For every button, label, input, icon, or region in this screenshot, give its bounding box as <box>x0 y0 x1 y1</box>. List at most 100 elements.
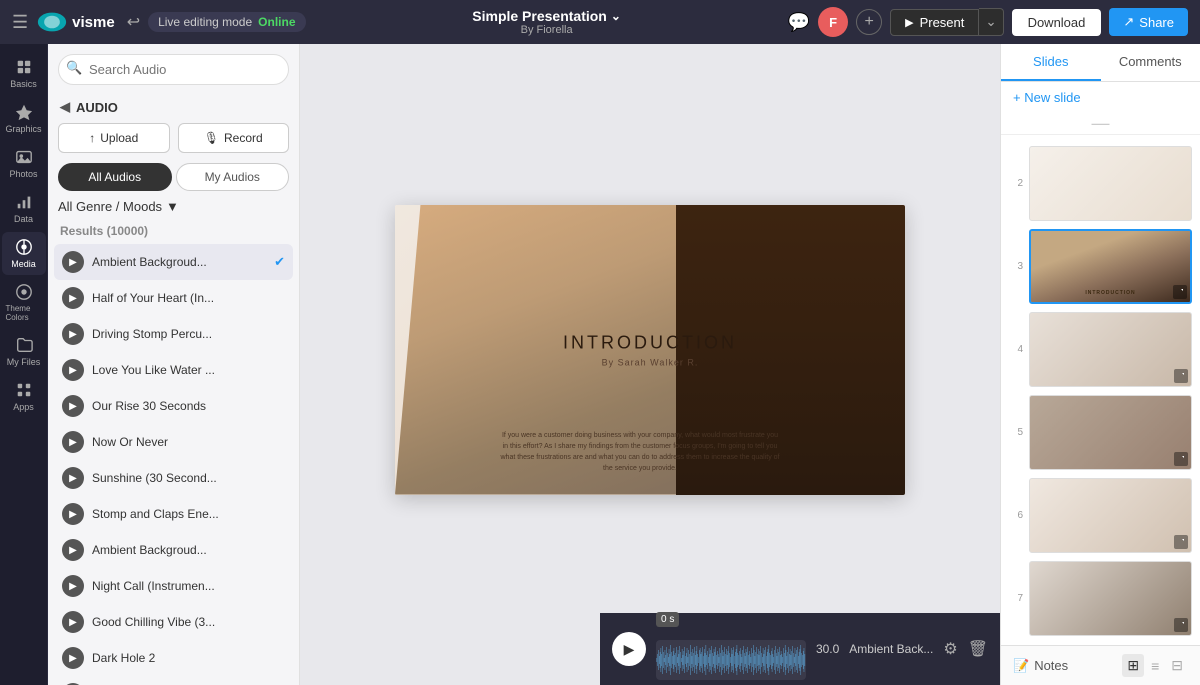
list-item[interactable]: ▶ Love You Like Water ... <box>54 352 293 388</box>
back-arrow-icon[interactable]: ◀ <box>60 99 70 115</box>
track-play-button-5[interactable]: ▶ <box>62 431 84 453</box>
track-play-button-1[interactable]: ▶ <box>62 287 84 309</box>
avatar: F <box>818 7 848 37</box>
track-play-button-2[interactable]: ▶ <box>62 323 84 345</box>
nav-item-graphics[interactable]: Graphics <box>2 97 46 140</box>
list-item[interactable]: ▶ Ambient Backgroud... ✔ <box>54 244 293 280</box>
timeline-play-button[interactable]: ▶ <box>612 632 646 666</box>
menu-icon[interactable]: ☰ <box>12 12 28 33</box>
slide-thumb-content-5 <box>1030 396 1191 469</box>
upload-label: Upload <box>100 131 138 145</box>
slide-thumb-7[interactable] <box>1029 561 1192 636</box>
logo: visme <box>36 11 115 33</box>
nav-label-apps: Apps <box>13 402 34 412</box>
genre-label[interactable]: All Genre / Moods ▼ <box>58 199 179 214</box>
expand-icon-3 <box>1173 285 1187 299</box>
slide-subtitle: By Sarah Walker R. <box>563 357 737 367</box>
notes-button[interactable]: 📝 Notes <box>1013 658 1114 674</box>
undo-icon[interactable]: ↩ <box>127 12 140 32</box>
view-list-button[interactable]: ≡ <box>1146 654 1164 677</box>
nav-item-media[interactable]: Media <box>2 232 46 275</box>
present-dropdown-button[interactable]: ⌄ <box>979 8 1003 36</box>
tab-my-audios[interactable]: My Audios <box>176 163 290 191</box>
track-play-button-7[interactable]: ▶ <box>62 503 84 525</box>
nav-label-graphics: Graphics <box>6 124 42 134</box>
list-item[interactable]: ▶ Night Call (Instrumen... <box>54 568 293 604</box>
list-item[interactable]: ▶ Half of Your Heart (In... <box>54 280 293 316</box>
slide-thumb-4[interactable] <box>1029 312 1192 387</box>
add-collaborator-button[interactable]: + <box>856 9 882 35</box>
nav-item-my-files[interactable]: My Files <box>2 330 46 373</box>
nav-item-photos[interactable]: Photos <box>2 142 46 185</box>
slide-thumb-5[interactable] <box>1029 395 1192 470</box>
tab-comments[interactable]: Comments <box>1101 44 1200 81</box>
slide-thumb-3[interactable]: INTRODUCTION <box>1029 229 1192 304</box>
waveform-container[interactable]: 0 s <box>656 624 806 674</box>
track-name-10: Good Chilling Vibe (3... <box>92 615 285 629</box>
slide-thumb-6[interactable] <box>1029 478 1192 553</box>
list-item[interactable]: ▶ Our Rise 30 Seconds <box>54 388 293 424</box>
divider: — <box>1001 113 1200 135</box>
download-button[interactable]: Download <box>1012 9 1102 36</box>
expand-svg <box>1176 288 1184 296</box>
list-item[interactable]: ▶ Ambient Backgroud... <box>54 532 293 568</box>
slide-canvas[interactable]: INTRODUCTION By Sarah Walker R. If you w… <box>395 205 905 495</box>
waveform-svg <box>656 640 806 680</box>
track-play-button-10[interactable]: ▶ <box>62 611 84 633</box>
nav-label-media: Media <box>11 259 36 269</box>
track-name-2: Driving Stomp Percu... <box>92 327 285 341</box>
list-item[interactable]: ▶ Stomp and Claps Ene... <box>54 496 293 532</box>
slide-thumb-2[interactable] <box>1029 146 1192 221</box>
list-item[interactable]: ▶ Good Chilling Vibe (3... <box>54 604 293 640</box>
list-item[interactable]: ▶ Dark Hole 2 <box>54 640 293 676</box>
nav-item-apps[interactable]: Apps <box>2 375 46 418</box>
slides-comments-tabs: Slides Comments <box>1001 44 1200 82</box>
list-item[interactable]: ▶ Now Or Never <box>54 424 293 460</box>
audio-list: ▶ Ambient Backgroud... ✔ ▶ Half of Your … <box>48 244 299 685</box>
list-item[interactable]: ▶ Sunshine (30 Second... <box>54 460 293 496</box>
search-input[interactable] <box>58 54 289 85</box>
track-play-button-6[interactable]: ▶ <box>62 467 84 489</box>
view-filmstrip-button[interactable]: ⊟ <box>1166 654 1188 677</box>
record-button[interactable]: 🎙 Record <box>178 123 290 153</box>
nav-label-theme-colors: Theme Colors <box>6 304 42 322</box>
list-item[interactable]: ▶ Fortitude - Light Mix ... <box>54 676 293 685</box>
presentation-title[interactable]: Simple Presentation ⌄ <box>314 8 780 24</box>
expand-svg-4 <box>1177 372 1185 380</box>
timeline-delete-button[interactable]: 🗑 <box>968 639 988 659</box>
nav-item-data[interactable]: Data <box>2 187 46 230</box>
right-panel-footer: 📝 Notes ⊞ ≡ ⊟ <box>1001 645 1200 685</box>
nav-item-basics[interactable]: Basics <box>2 52 46 95</box>
view-grid-button[interactable]: ⊞ <box>1122 654 1144 677</box>
track-name-9: Night Call (Instrumen... <box>92 579 285 593</box>
topbar-actions: 💬 F + ▶ Present ⌄ Download ↗ Share <box>788 7 1188 37</box>
share-button[interactable]: ↗ Share <box>1109 8 1188 36</box>
comment-button[interactable]: 💬 <box>788 12 810 33</box>
list-item[interactable]: ▶ Driving Stomp Percu... <box>54 316 293 352</box>
slide-body-text: If you were a customer doing business wi… <box>500 430 780 475</box>
track-play-button-11[interactable]: ▶ <box>62 647 84 669</box>
notes-icon: 📝 <box>1013 658 1029 674</box>
tab-all-audios[interactable]: All Audios <box>58 163 172 191</box>
track-play-button-8[interactable]: ▶ <box>62 539 84 561</box>
slide-row-2: 2 <box>1005 143 1196 224</box>
track-play-button-0[interactable]: ▶ <box>62 251 84 273</box>
tab-slides[interactable]: Slides <box>1001 44 1101 81</box>
results-count: Results (10000) <box>48 220 299 244</box>
track-play-button-9[interactable]: ▶ <box>62 575 84 597</box>
topbar: ☰ visme ↩ Live editing mode Online Simpl… <box>0 0 1200 44</box>
timeline-waveform[interactable] <box>656 640 806 680</box>
app-body: Basics Graphics Photos Data Media Theme … <box>0 44 1200 685</box>
live-editing-badge: Live editing mode Online <box>148 12 305 32</box>
icon-nav: Basics Graphics Photos Data Media Theme … <box>0 44 48 685</box>
new-slide-button[interactable]: + New slide <box>1001 82 1200 113</box>
audio-tabs: All Audios My Audios <box>48 163 299 199</box>
present-button[interactable]: ▶ Present <box>890 9 979 36</box>
panel-header: ◀ AUDIO <box>48 91 299 123</box>
upload-button[interactable]: ↑ Upload <box>58 123 170 153</box>
timeline-settings-button[interactable]: ⚙ <box>943 639 957 659</box>
audio-panel: 🔍 ◀ AUDIO ↑ Upload 🎙 Record All Audios M… <box>48 44 300 685</box>
track-play-button-3[interactable]: ▶ <box>62 359 84 381</box>
track-play-button-4[interactable]: ▶ <box>62 395 84 417</box>
nav-item-theme-colors[interactable]: Theme Colors <box>2 277 46 328</box>
